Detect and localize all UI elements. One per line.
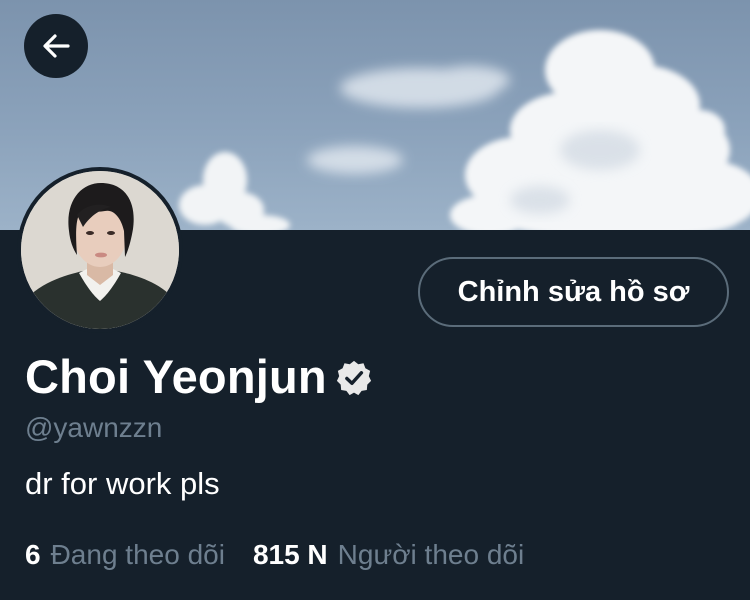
followers-count: 815 N [252, 539, 328, 570]
back-button[interactable] [24, 14, 88, 78]
follow-stats: 6 Đang theo dõi 815 N Người theo dõi [25, 535, 524, 575]
followers-label: Người theo dõi [337, 539, 525, 570]
profile-name-row: Choi Yeonjun [25, 347, 373, 407]
avatar[interactable] [17, 167, 183, 333]
following-link[interactable]: 6 Đang theo dõi [25, 535, 225, 575]
followers-link[interactable]: 815 N Người theo dõi [253, 535, 524, 575]
person-portrait-image [21, 171, 179, 329]
verified-badge-icon[interactable] [335, 359, 373, 397]
profile-page: Chỉnh sửa hồ sơ Choi Yeonjun @yawnzzn dr… [0, 0, 750, 600]
profile-handle: @yawnzzn [25, 412, 163, 443]
edit-profile-button[interactable]: Chỉnh sửa hồ sơ [418, 257, 729, 327]
arrow-left-icon [43, 34, 70, 58]
following-count: 6 [25, 539, 41, 570]
avatar-photo [21, 171, 179, 329]
display-name: Choi Yeonjun [25, 350, 327, 403]
following-label: Đang theo dõi [50, 539, 225, 570]
profile-bio: dr for work pls [25, 466, 220, 501]
